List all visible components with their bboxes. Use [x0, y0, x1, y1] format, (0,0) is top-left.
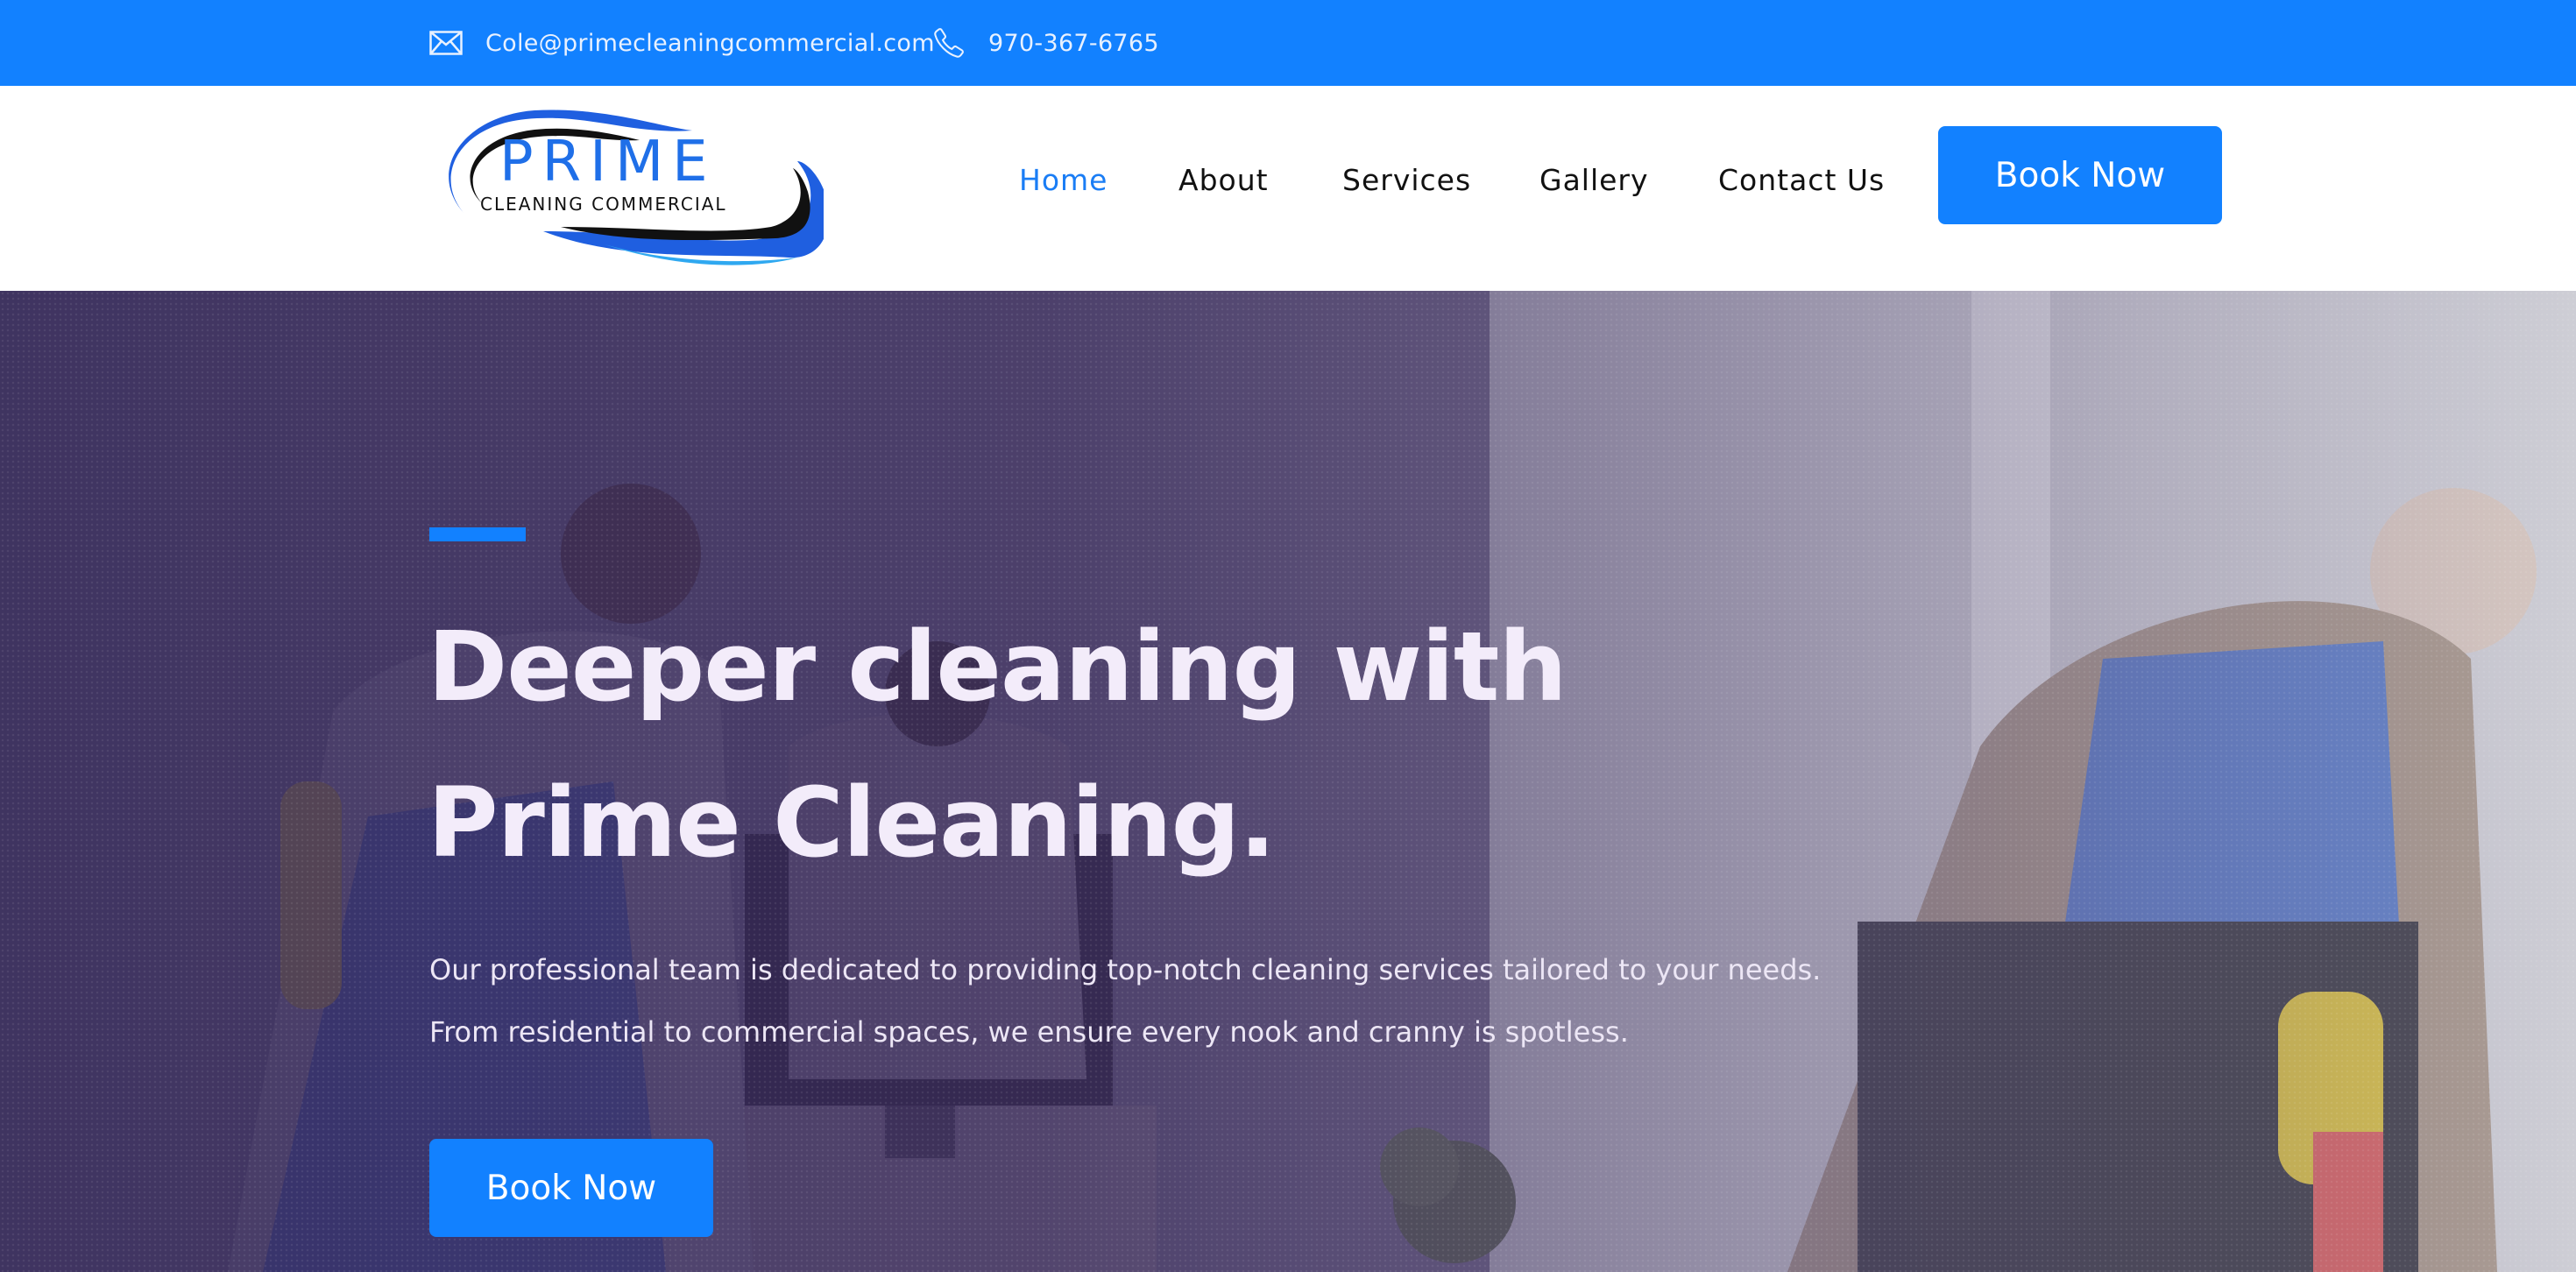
nav-services[interactable]: Services: [1342, 163, 1471, 197]
phone-icon: [934, 28, 964, 58]
hero-title-line-1: Deeper cleaning with: [428, 611, 1568, 723]
hero-title: Deeper cleaning with Prime Cleaning.: [428, 589, 1829, 901]
nav-contact-us[interactable]: Contact Us: [1718, 163, 1885, 197]
hero-description: Our professional team is dedicated to pr…: [429, 939, 2357, 1064]
nav-about[interactable]: About: [1178, 163, 1269, 197]
nav-home[interactable]: Home: [1019, 163, 1108, 197]
phone-link[interactable]: 970-367-6765: [932, 0, 1159, 86]
site-header: PRIME CLEANING COMMERCIAL Home About Ser…: [0, 86, 2576, 291]
nav-gallery[interactable]: Gallery: [1539, 163, 1649, 197]
top-contact-bar: Cole@primecleaningcommercial.com 970-367…: [0, 0, 2576, 86]
header-book-now-button[interactable]: Book Now: [1938, 126, 2222, 224]
hero-description-line-1: Our professional team is dedicated to pr…: [429, 953, 1822, 986]
hero-description-line-2: From residential to commercial spaces, w…: [429, 1015, 1629, 1049]
hero-book-now-button[interactable]: Book Now: [429, 1139, 713, 1237]
envelope-icon: [429, 31, 463, 55]
hero-accent-bar: [429, 527, 526, 541]
email-text: Cole@primecleaningcommercial.com: [485, 29, 935, 57]
phone-text: 970-367-6765: [988, 29, 1159, 57]
hero-section: Deeper cleaning with Prime Cleaning. Our…: [0, 291, 2576, 1272]
email-link[interactable]: Cole@primecleaningcommercial.com: [429, 0, 935, 86]
hero-title-line-2: Prime Cleaning.: [428, 767, 1276, 879]
